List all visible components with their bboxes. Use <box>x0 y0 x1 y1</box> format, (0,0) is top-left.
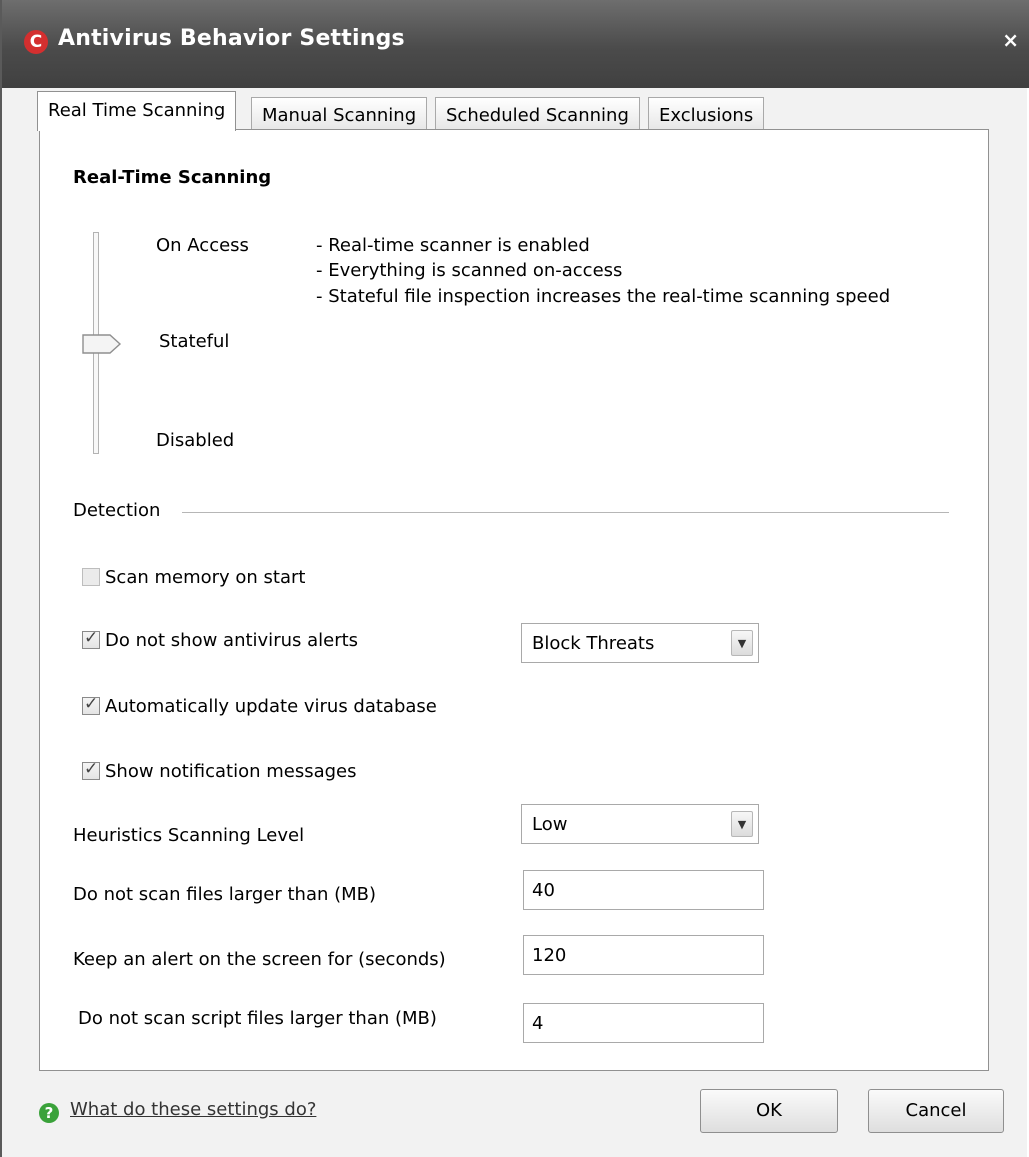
max-file-size-input[interactable] <box>523 870 764 910</box>
scan-level-slider-thumb[interactable] <box>82 332 122 356</box>
detection-group-label: Detection <box>73 500 161 521</box>
level-on-access[interactable]: On Access <box>156 235 249 256</box>
level-description-line: - Everything is scanned on-access <box>316 260 623 281</box>
level-disabled[interactable]: Disabled <box>156 430 234 451</box>
scan-memory-label: Scan memory on start <box>105 567 306 588</box>
detection-divider <box>182 512 949 513</box>
chevron-down-icon[interactable]: ▼ <box>731 630 753 656</box>
notifications-checkbox[interactable] <box>82 759 100 780</box>
alert-action-value: Block Threats <box>532 633 655 654</box>
alert-action-dropdown[interactable]: Block Threats ▼ <box>521 623 759 663</box>
chevron-down-icon[interactable]: ▼ <box>731 811 753 837</box>
auto-update-label: Automatically update virus database <box>105 696 437 717</box>
alert-duration-input[interactable] <box>523 935 764 975</box>
level-description-line: - Real-time scanner is enabled <box>316 235 590 256</box>
settings-dialog: C Antivirus Behavior Settings × Real Tim… <box>0 0 1029 1157</box>
heuristics-level-dropdown[interactable]: Low ▼ <box>521 804 759 844</box>
level-description-line: - Stateful file inspection increases the… <box>316 286 891 307</box>
heuristics-level-value: Low <box>532 814 568 835</box>
max-file-size-label: Do not scan files larger than (MB) <box>73 884 377 905</box>
auto-update-checkbox[interactable] <box>82 694 100 715</box>
notifications-label: Show notification messages <box>105 761 357 782</box>
no-alerts-label: Do not show antivirus alerts <box>105 630 359 651</box>
panel-content: Real-Time Scanning On Access Stateful Di… <box>2 0 1029 1157</box>
scan-memory-checkbox[interactable] <box>82 568 100 586</box>
alert-duration-label: Keep an alert on the screen for (seconds… <box>73 949 446 970</box>
max-script-size-input[interactable] <box>523 1003 764 1043</box>
heuristics-label: Heuristics Scanning Level <box>73 825 305 846</box>
no-alerts-checkbox[interactable] <box>82 628 100 649</box>
max-script-size-label: Do not scan script files larger than (MB… <box>78 1008 437 1029</box>
level-stateful[interactable]: Stateful <box>159 331 229 352</box>
section-title: Real-Time Scanning <box>73 167 272 188</box>
